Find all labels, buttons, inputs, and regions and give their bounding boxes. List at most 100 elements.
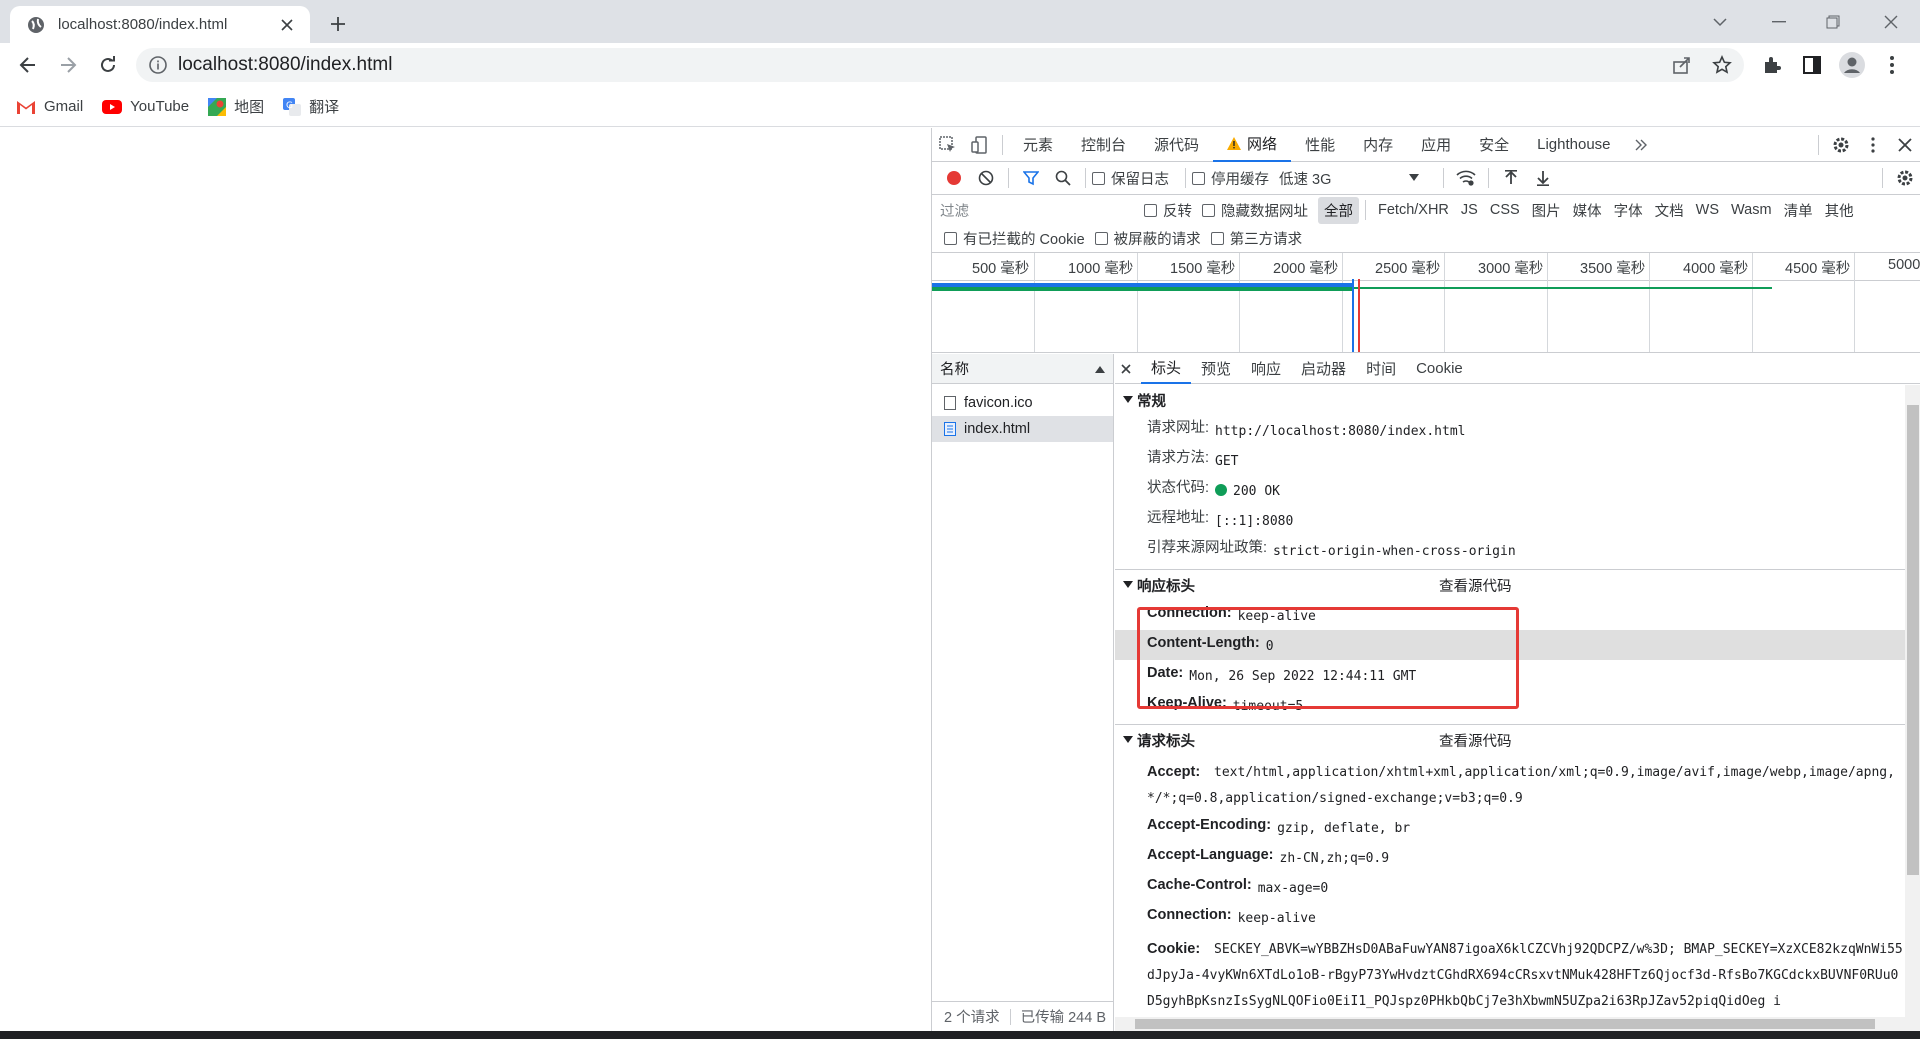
request-row[interactable]: favicon.ico xyxy=(932,390,1113,416)
request-details: 标头 预览 响应 启动器 时间 Cookie 常规 请求网址: http://lo… xyxy=(1115,354,1920,1031)
tab-lighthouse[interactable]: Lighthouse xyxy=(1523,128,1624,162)
checkbox-box[interactable] xyxy=(1094,232,1108,245)
checkbox-box[interactable] xyxy=(944,232,957,245)
preserve-log-checkbox[interactable]: 保留日志 xyxy=(1092,168,1169,189)
tab-search-icon[interactable] xyxy=(1697,6,1743,38)
hide-data-urls-checkbox[interactable]: 隐藏数据网址 xyxy=(1202,200,1308,221)
tab-security[interactable]: 安全 xyxy=(1465,128,1523,162)
browser-tab[interactable]: localhost:8080/index.html xyxy=(10,6,310,43)
filter-type-js[interactable]: JS xyxy=(1455,199,1484,221)
filter-type-all[interactable]: 全部 xyxy=(1318,196,1359,224)
tab-network[interactable]: 网络 xyxy=(1213,128,1292,162)
bookmark-youtube[interactable]: YouTube xyxy=(102,98,189,115)
youtube-icon xyxy=(102,99,123,114)
network-conditions-icon[interactable] xyxy=(1450,161,1482,195)
horizontal-scrollbar[interactable] xyxy=(1115,1017,1905,1031)
back-button[interactable] xyxy=(12,49,44,81)
filter-type-font[interactable]: 字体 xyxy=(1608,197,1649,224)
minimize-icon[interactable] xyxy=(1756,6,1802,38)
address-bar[interactable]: localhost:8080/index.html xyxy=(136,48,1744,82)
timeline-label: 2500 毫秒 xyxy=(1375,261,1441,277)
third-party-checkbox[interactable]: 第三方请求 xyxy=(1210,228,1302,249)
filter-type-ws[interactable]: WS xyxy=(1690,199,1725,221)
filter-type-other[interactable]: 其他 xyxy=(1819,197,1860,224)
tab-response[interactable]: 响应 xyxy=(1241,354,1291,384)
bookmark-star-icon[interactable] xyxy=(1706,49,1738,81)
close-tab-icon[interactable] xyxy=(276,14,298,36)
filter-type-doc[interactable]: 文档 xyxy=(1649,197,1690,224)
devtools-menu-icon[interactable] xyxy=(1857,128,1889,162)
bookmark-maps[interactable]: 地图 xyxy=(208,96,264,117)
network-settings-gear-icon[interactable] xyxy=(1889,161,1920,195)
filter-type-wasm[interactable]: Wasm xyxy=(1725,199,1778,221)
filter-icon[interactable] xyxy=(1015,161,1047,195)
checkbox-box[interactable] xyxy=(1192,171,1205,185)
throttle-select[interactable]: 低速 3G xyxy=(1279,168,1419,189)
tab-elements[interactable]: 元素 xyxy=(1009,128,1067,162)
tab-cookies[interactable]: Cookie xyxy=(1406,354,1473,384)
divider xyxy=(1008,168,1009,188)
device-toolbar-icon[interactable] xyxy=(964,128,996,162)
tab-application[interactable]: 应用 xyxy=(1407,128,1465,162)
filter-type-img[interactable]: 图片 xyxy=(1526,197,1567,224)
tab-preview[interactable]: 预览 xyxy=(1191,354,1241,384)
view-source-button[interactable]: 查看源代码 xyxy=(1439,730,1512,751)
export-har-icon[interactable] xyxy=(1527,161,1559,195)
filter-type-media[interactable]: 媒体 xyxy=(1567,197,1608,224)
blocked-cookies-checkbox[interactable]: 有已拦截的 Cookie xyxy=(944,228,1085,249)
more-tabs-icon[interactable] xyxy=(1625,128,1657,162)
header-value: 200 OK xyxy=(1233,484,1280,499)
restore-icon[interactable] xyxy=(1810,6,1856,38)
extensions-icon[interactable] xyxy=(1756,49,1788,81)
filter-type-xhr[interactable]: Fetch/XHR xyxy=(1372,199,1455,221)
forward-button[interactable] xyxy=(52,49,84,81)
filter-type-manifest[interactable]: 清单 xyxy=(1778,197,1819,224)
menu-kebab-icon[interactable] xyxy=(1876,49,1908,81)
scrollbar-thumb[interactable] xyxy=(1135,1019,1875,1029)
header-key: Content-Length: xyxy=(1147,635,1260,651)
site-info-icon[interactable] xyxy=(148,55,168,75)
reload-button[interactable] xyxy=(92,49,124,81)
blocked-requests-checkbox[interactable]: 被屏蔽的请求 xyxy=(1094,228,1201,249)
clear-icon[interactable] xyxy=(970,161,1002,195)
tab-headers[interactable]: 标头 xyxy=(1141,354,1192,384)
invert-checkbox[interactable]: 反转 xyxy=(1144,200,1192,221)
section-header[interactable]: 请求标头 查看源代码 xyxy=(1115,725,1905,755)
disable-cache-checkbox[interactable]: 停用缓存 xyxy=(1192,168,1269,189)
bookmark-gmail[interactable]: Gmail xyxy=(16,98,83,115)
scrollbar-thumb[interactable] xyxy=(1907,405,1919,875)
close-details-icon[interactable] xyxy=(1121,363,1131,374)
tab-timing[interactable]: 时间 xyxy=(1356,354,1406,384)
bookmark-translate[interactable]: G 翻译 xyxy=(283,96,339,117)
checkbox-box[interactable] xyxy=(1202,203,1215,217)
section-header[interactable]: 响应标头 查看源代码 xyxy=(1115,570,1905,600)
filter-type-css[interactable]: CSS xyxy=(1484,199,1526,221)
record-button[interactable] xyxy=(938,161,970,195)
tab-console[interactable]: 控制台 xyxy=(1067,128,1140,162)
tab-memory[interactable]: 内存 xyxy=(1349,128,1407,162)
close-devtools-icon[interactable] xyxy=(1889,128,1920,162)
share-icon[interactable] xyxy=(1666,49,1698,81)
vertical-scrollbar[interactable] xyxy=(1905,385,1920,1031)
search-icon[interactable] xyxy=(1047,161,1079,195)
checkbox-box[interactable] xyxy=(1092,171,1105,185)
side-panel-icon[interactable] xyxy=(1796,49,1828,81)
name-column-header[interactable]: 名称 xyxy=(932,354,1113,384)
inspect-element-icon[interactable] xyxy=(932,128,964,162)
profile-avatar[interactable] xyxy=(1836,49,1868,81)
tab-initiator[interactable]: 启动器 xyxy=(1291,354,1356,384)
new-tab-button[interactable] xyxy=(324,10,352,38)
checkbox-box[interactable] xyxy=(1210,232,1224,245)
tab-performance[interactable]: 性能 xyxy=(1291,128,1349,162)
settings-gear-icon[interactable] xyxy=(1825,128,1857,162)
section-header[interactable]: 常规 xyxy=(1115,385,1905,415)
view-source-button[interactable]: 查看源代码 xyxy=(1439,575,1512,596)
close-window-icon[interactable] xyxy=(1868,6,1914,38)
header-key: Connection: xyxy=(1147,907,1232,923)
checkbox-box[interactable] xyxy=(1144,203,1157,217)
request-row-selected[interactable]: index.html xyxy=(932,416,1113,442)
tab-sources[interactable]: 源代码 xyxy=(1140,128,1213,162)
network-overview-timeline[interactable]: 500 毫秒 1000 毫秒 1500 毫秒 2000 毫秒 2500 毫秒 3… xyxy=(932,253,1920,353)
filter-input[interactable]: 过滤 xyxy=(938,198,1144,222)
import-har-icon[interactable] xyxy=(1495,161,1527,195)
